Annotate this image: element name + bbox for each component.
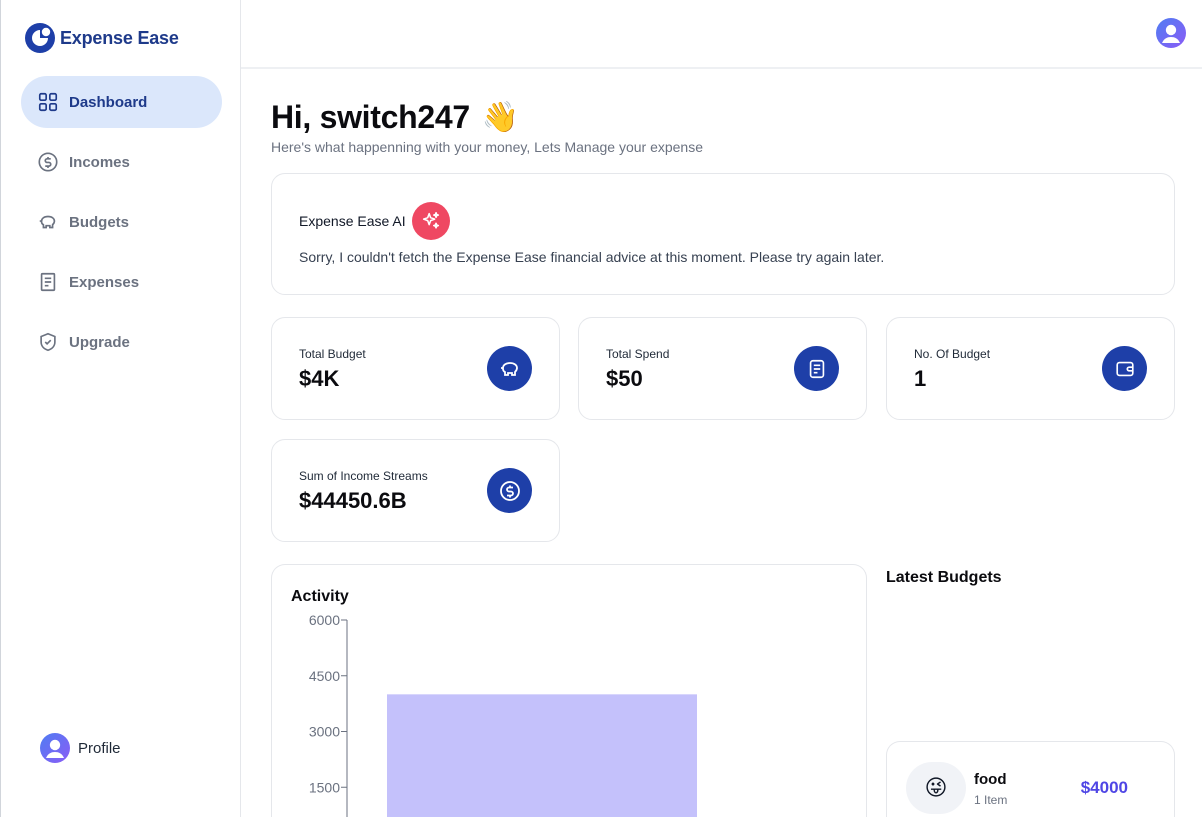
y-tick-label: 6000 [309, 612, 340, 628]
sidebar-item-upgrade[interactable]: Upgrade [21, 316, 222, 368]
stat-card-total-spend: Total Spend $50 [578, 317, 867, 420]
stat-card-income-streams: Sum of Income Streams $44450.6B [271, 439, 560, 542]
stat-icon-badge [487, 468, 532, 513]
budget-amount: $4000 [1080, 778, 1128, 797]
sidebar-item-dashboard[interactable]: Dashboard [21, 76, 222, 128]
stat-card-no-of-budget: No. Of Budget 1 [886, 317, 1175, 420]
activity-chart: 6000 4500 3000 1500 [309, 612, 697, 817]
stat-value: $4K [299, 366, 340, 391]
profile-label: Profile [78, 739, 121, 757]
stat-icon-badge [487, 346, 532, 391]
stat-label: Total Spend [606, 347, 670, 361]
sidebar-item-label: Expenses [69, 273, 140, 291]
piggy-bank-icon [500, 361, 518, 376]
greeting: Hi, switch247 👋 [271, 99, 519, 136]
sidebar-item-expenses[interactable]: Expenses [21, 256, 222, 308]
sidebar-item-label: Budgets [69, 213, 129, 231]
stat-label: No. Of Budget [914, 347, 991, 361]
waving-hand-icon: 👋 [481, 101, 520, 134]
activity-chart-card: Activity 6000 4500 3000 1500 [271, 564, 867, 817]
sidebar: Expense Ease Dashboard Incomes Budgets E… [0, 0, 241, 817]
profile-link[interactable]: Profile [40, 733, 121, 763]
stat-value: $50 [606, 366, 643, 391]
dollar-circle-icon [499, 480, 520, 501]
page-title: Hi, switch247 [271, 99, 470, 135]
ai-message: Sorry, I couldn't fetch the Expense Ease… [299, 249, 885, 265]
sidebar-item-budgets[interactable]: Budgets [21, 196, 222, 248]
app-name: Expense Ease [60, 27, 179, 48]
piggy-bank-icon [39, 215, 56, 229]
sidebar-item-label: Upgrade [69, 333, 130, 351]
budget-emoji-icon: 😜 [906, 762, 966, 814]
chart-bar[interactable] [387, 694, 697, 817]
receipt-icon [40, 272, 56, 292]
page-subtitle: Here's what happenning with your money, … [271, 139, 704, 155]
ai-card-title: Expense Ease AI [299, 213, 406, 229]
stat-value: 1 [914, 366, 927, 391]
shield-check-icon [40, 332, 56, 352]
y-tick-label: 1500 [309, 779, 340, 795]
top-bar [241, 0, 1202, 69]
stat-value: $44450.6B [299, 488, 407, 513]
dashboard-grid-icon [38, 92, 58, 112]
dollar-circle-icon [38, 152, 58, 172]
app-logo[interactable]: Expense Ease [24, 22, 179, 54]
latest-budgets-title: Latest Budgets [886, 569, 1002, 586]
receipt-icon [809, 359, 824, 378]
budget-name: food [974, 771, 1007, 788]
wallet-icon [1115, 361, 1134, 376]
user-avatar-button[interactable] [1156, 18, 1186, 53]
ai-advice-card: Expense Ease AI Sorry, I couldn't fetch … [271, 173, 1175, 295]
stat-card-total-budget: Total Budget $4K [271, 317, 560, 420]
stat-icon-badge [1102, 346, 1147, 391]
budget-item-count: 1 Item [974, 793, 1008, 807]
y-tick-label: 3000 [309, 724, 340, 740]
sidebar-item-incomes[interactable]: Incomes [21, 136, 222, 188]
sparkles-icon [422, 211, 439, 229]
avatar-icon [40, 733, 70, 763]
logo-icon [25, 23, 55, 53]
sidebar-nav: Dashboard Incomes Budgets Expenses Upgra… [21, 76, 222, 376]
y-tick-label: 4500 [309, 668, 340, 684]
budget-item-card[interactable]: 😜 food 1 Item $4000 [886, 741, 1175, 817]
stat-icon-badge [794, 346, 839, 391]
sidebar-item-label: Dashboard [69, 93, 148, 111]
ai-badge [411, 202, 450, 240]
ai-card-header: Expense Ease AI [299, 202, 450, 240]
avatar-icon [1156, 18, 1186, 48]
sidebar-item-label: Incomes [69, 153, 130, 171]
stat-label: Total Budget [299, 347, 366, 361]
stat-label: Sum of Income Streams [299, 469, 428, 483]
